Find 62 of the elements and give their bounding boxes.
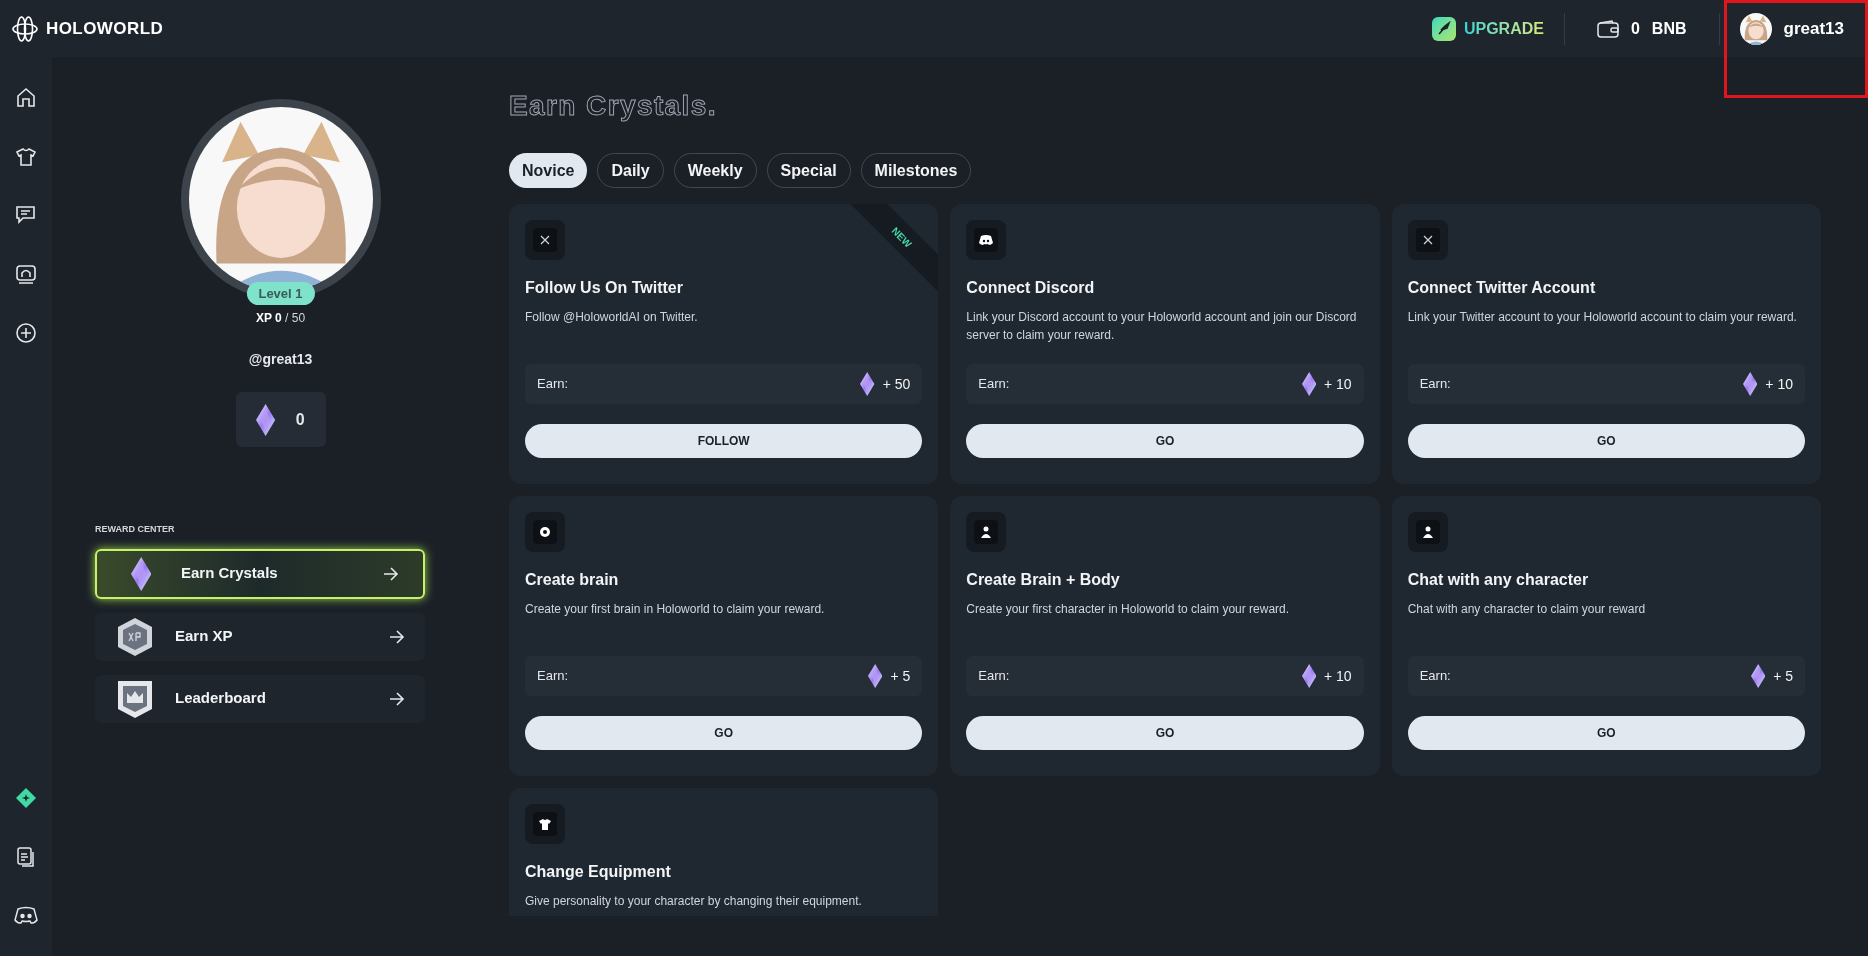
task-action-button[interactable]: GO (1407, 716, 1805, 750)
earn-row: Earn: + 5 (525, 656, 923, 696)
xp-hexagon-icon (116, 616, 154, 657)
arrow-right-icon (389, 629, 405, 644)
user-handle: @great13 (248, 350, 313, 369)
crystal-icon (1301, 664, 1316, 688)
task-title: Chat with any character (1407, 570, 1590, 590)
task-description: Chat with any character to claim your reward (1407, 601, 1647, 618)
balance-amount: 0 (1630, 18, 1640, 39)
brand-name: HOLOWORLD (46, 17, 164, 40)
logo-icon (12, 15, 38, 42)
page-title: Earn Crystals. (509, 89, 717, 124)
currency-label: BNB (1651, 18, 1687, 39)
filter-tab[interactable]: Novice (509, 153, 588, 188)
x-logo-icon (540, 235, 550, 245)
person-icon (1422, 526, 1433, 538)
xp-progress-text: XP 0 / 50 (255, 310, 306, 327)
earn-row: Earn: + 5 (1407, 656, 1805, 696)
crystal-icon (860, 372, 875, 396)
earn-row: Earn: + 50 (525, 364, 923, 404)
earn-row: Earn: + 10 (966, 656, 1364, 696)
task-title: Create Brain + Body (966, 570, 1121, 590)
earn-row: Earn: + 10 (1407, 364, 1805, 404)
task-action-button[interactable]: GO (525, 716, 923, 750)
crystal-icon (1742, 372, 1758, 396)
crystal-icon (1750, 664, 1766, 688)
wallet-icon (1596, 19, 1619, 38)
task-title: Follow Us On Twitter (525, 278, 684, 298)
task-action-button[interactable]: GO (1407, 424, 1805, 458)
task-description: Link your Discord account to your Holoworld account and join our Discord server to claim your reward. (966, 309, 1358, 344)
task-action-button[interactable]: FOLLOW (525, 424, 923, 458)
crystal-icon (256, 403, 276, 436)
reward-menu-item[interactable]: Leaderboard (95, 674, 425, 723)
reward-menu-item[interactable]: Earn Crystals (95, 548, 425, 599)
person-icon (981, 526, 992, 538)
crystal-balance-card: 0 (235, 392, 326, 447)
crystal-icon (1301, 372, 1316, 396)
task-title: Change Equipment (525, 862, 672, 882)
task-title: Create brain (525, 570, 620, 590)
task-description: Create your first brain in Holoworld to claim your reward. (525, 601, 826, 618)
task-description: Follow @HoloworldAI on Twitter. (525, 309, 699, 326)
task-description: Create your first character in Holoworld to claim your reward. (966, 601, 1291, 618)
discord-icon (979, 234, 994, 246)
crystal-icon (130, 556, 152, 591)
task-title: Connect Twitter Account (1407, 278, 1597, 298)
task-action-button[interactable]: GO (966, 424, 1364, 458)
arrow-right-icon (383, 566, 399, 581)
task-description: Give personality to your character by changing their equipment. (525, 893, 863, 910)
earn-row: Earn: + 10 (966, 364, 1364, 404)
level-badge: Level 1 (246, 281, 315, 305)
crown-shield-icon (116, 678, 154, 719)
shirt-icon (539, 818, 551, 830)
x-logo-icon (1422, 235, 1433, 245)
task-description: Link your Twitter account to your Holoworld account to claim your reward. (1407, 309, 1798, 326)
reward-menu-item[interactable]: Earn XP (95, 612, 425, 661)
dot-circle-icon (539, 526, 551, 538)
crystal-icon (868, 664, 883, 688)
user-menu[interactable]: great13 (1719, 12, 1856, 45)
task-title: Connect Discord (966, 278, 1096, 298)
arrow-right-icon (389, 691, 405, 706)
task-action-button[interactable]: GO (966, 716, 1364, 750)
section-title: REWARD CENTER (95, 523, 176, 536)
